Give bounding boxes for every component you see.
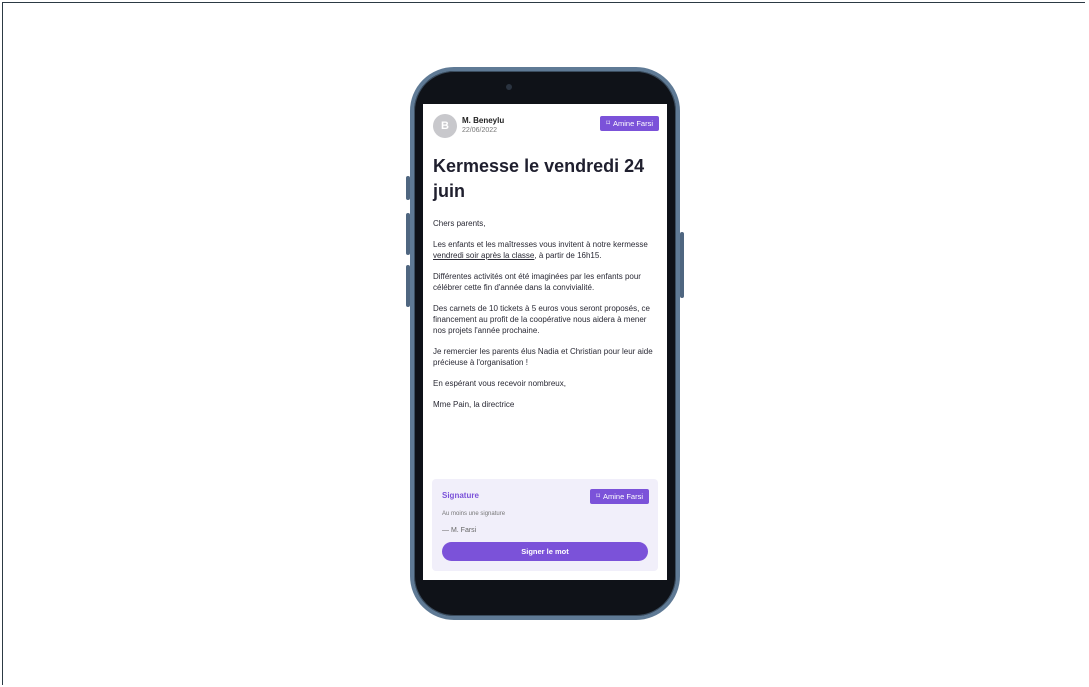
recipient-badge[interactable]: ⌑ Amine Farsi — [600, 116, 659, 131]
greeting: Chers parents, — [433, 219, 486, 228]
signature-badge-label: Amine Farsi — [602, 492, 643, 501]
phone-screen: B M. Beneylu 22/06/2022 ⌑ Amine Farsi Ke… — [423, 104, 667, 580]
signer-name: — M. Farsi — [442, 527, 477, 534]
post-date: 22/06/2022 — [462, 127, 498, 134]
signature-note: Au moins une signature — [442, 511, 506, 517]
paragraph-thanks: Je remercier les parents élus Nadia et C… — [433, 347, 653, 367]
paragraph-closing: En espérant vous recevoir nombreux, — [433, 379, 566, 388]
paragraph-invitation: Les enfants et les maîtresses vous invit… — [433, 240, 648, 260]
signature-card: Signature ⌑ Amine Farsi Au moins une sig… — [432, 479, 658, 571]
post-body: Chers parents, Les enfants et les maître… — [433, 218, 659, 420]
author-name: M. Beneylu — [462, 116, 505, 125]
paragraph-activities: Différentes activités ont été imaginées … — [433, 272, 641, 292]
recipient-badge-label: Amine Farsi — [612, 119, 653, 128]
bookmark-icon: ⌑ — [606, 120, 610, 127]
signature-recipient-badge[interactable]: ⌑ Amine Farsi — [590, 489, 649, 504]
paragraph-tickets: Des carnets de 10 tickets à 5 euros vous… — [433, 304, 651, 335]
phone-power-button — [680, 232, 684, 298]
paragraph-signoff: Mme Pain, la directrice — [433, 400, 515, 409]
bookmark-icon: ⌑ — [596, 493, 600, 500]
post-title: Kermesse le vendredi 24 juin — [433, 156, 645, 201]
post-header: B M. Beneylu 22/06/2022 ⌑ Amine Farsi — [433, 114, 659, 140]
underlined-time: vendredi soir après la classe — [433, 251, 535, 260]
front-camera — [506, 84, 512, 90]
signature-title: Signature — [442, 491, 479, 500]
sign-button[interactable]: Signer le mot — [442, 542, 648, 561]
author-avatar: B — [433, 114, 457, 138]
